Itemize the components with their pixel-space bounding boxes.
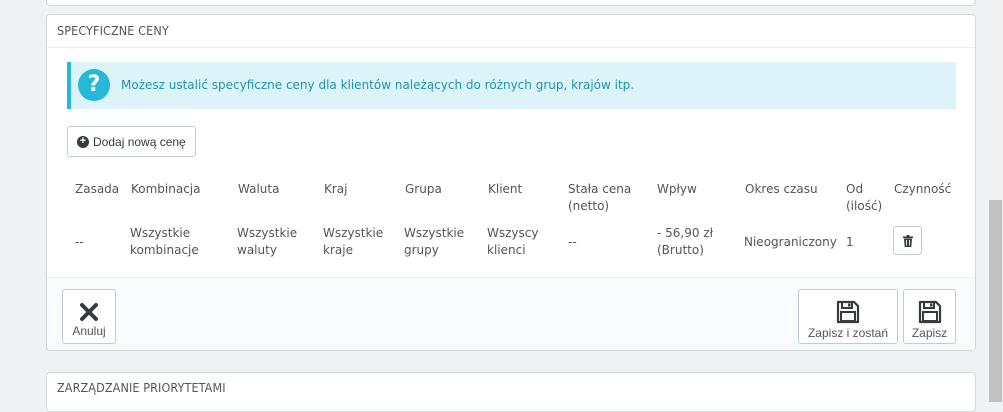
- panel-heading: SPECYFICZNE CENY: [47, 15, 975, 48]
- add-new-price-button[interactable]: + Dodaj nową cenę: [67, 126, 196, 157]
- save-and-stay-button[interactable]: Zapisz i zostań: [798, 289, 898, 344]
- save-icon: [918, 300, 941, 324]
- col-currency: Waluta: [238, 182, 280, 196]
- col-fixed-price: Stała cena (netto): [568, 182, 632, 213]
- cell-fixed-price: --: [568, 235, 577, 249]
- delete-price-button[interactable]: [893, 226, 922, 255]
- cell-from-quantity: 1: [846, 235, 854, 249]
- save-button[interactable]: Zapisz: [903, 289, 956, 344]
- col-impact: Wpływ: [657, 182, 697, 196]
- col-group: Grupa: [405, 182, 442, 196]
- specific-prices-panel: SPECYFICZNE CENY ? Możesz ustalić specyf…: [46, 14, 976, 351]
- cell-country: Wszystkie kraje: [323, 226, 384, 257]
- col-period: Okres czasu: [745, 182, 818, 196]
- panel-heading: ZARZĄDZANIE PRIORYTETAMI: [57, 380, 226, 395]
- cell-customer: Wszyscy klienci: [487, 226, 539, 257]
- col-rule: Zasada: [75, 182, 120, 196]
- save-icon: [836, 300, 860, 324]
- cancel-button[interactable]: Anuluj: [62, 289, 116, 344]
- cell-rule: --: [75, 235, 84, 249]
- col-combination: Kombinacja: [131, 182, 201, 196]
- col-from-quantity: Od (ilość): [846, 182, 883, 213]
- cell-period: Nieograniczony: [744, 235, 837, 249]
- add-new-price-label: Dodaj nową cenę: [93, 134, 186, 149]
- previous-panel-edge: [46, 0, 976, 6]
- cell-combination: Wszystkie kombinacje: [130, 226, 199, 257]
- page-scrollbar[interactable]: [988, 0, 1003, 402]
- info-alert: ? Możesz ustalić specyficzne ceny dla kl…: [67, 62, 956, 109]
- col-action: Czynność: [894, 182, 952, 196]
- trash-icon: [902, 234, 913, 247]
- plus-circle-icon: +: [77, 135, 89, 148]
- priorities-panel: ZARZĄDZANIE PRIORYTETAMI: [46, 372, 976, 412]
- info-alert-text: Możesz ustalić specyficzne ceny dla klie…: [121, 78, 635, 92]
- cell-currency: Wszystkie waluty: [237, 226, 298, 257]
- scrollbar-thumb[interactable]: [989, 200, 1002, 402]
- panel-footer: Anuluj Zapisz i zostań Zapisz: [47, 277, 975, 350]
- question-icon: ?: [78, 69, 110, 101]
- close-icon: [80, 303, 98, 321]
- col-customer: Klient: [488, 182, 523, 196]
- cell-group: Wszystkie grupy: [404, 226, 465, 257]
- cell-impact: - 56,90 zł (Brutto): [657, 226, 714, 257]
- col-country: Kraj: [324, 182, 348, 196]
